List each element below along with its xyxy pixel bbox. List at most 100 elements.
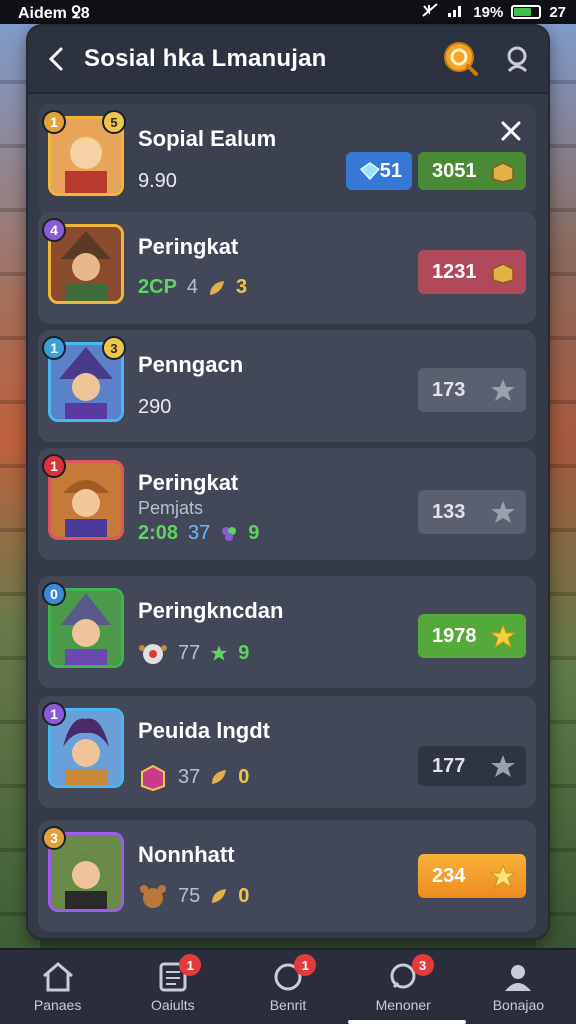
rank-badge: 1 (42, 702, 66, 726)
rank-badge: 0 (42, 582, 66, 606)
star-count: 234 (418, 854, 526, 898)
player-stats: 77 9 (138, 640, 249, 666)
dnd-icon (421, 2, 439, 22)
leaderboard-row-7[interactable]: 3 Nonnhatt 75 0 234 (38, 820, 536, 932)
nav-item-profile[interactable]: Bonajao (461, 950, 576, 1024)
player-name: Peringkat (138, 470, 239, 495)
treasure-box-icon (492, 263, 514, 284)
coin-value: 3051 (432, 159, 477, 182)
coin-count: 3051 (418, 152, 526, 190)
chest-icon (141, 764, 165, 792)
close-button[interactable] (494, 114, 528, 148)
rank-badge: 1 (42, 454, 66, 478)
star-icon (491, 755, 515, 777)
player-name: Peuida lngdt (138, 718, 270, 743)
player-name: Peringkncdan (138, 598, 284, 623)
leaderboard-row-3[interactable]: 1 3 Penngacn 290 173 (38, 330, 536, 442)
player-subtitle: Pemjats (138, 498, 204, 518)
leaderboard-row-4[interactable]: 1 Peringkat Pemjats 2:08 37 9 133 (38, 448, 536, 560)
rank-badge: 3 (42, 826, 66, 850)
stat-b: 37 (188, 522, 211, 544)
stat-b: 77 (178, 641, 201, 664)
nav-label: Benrit (269, 997, 307, 1013)
home-icon (42, 962, 73, 992)
coin-count: 1231 (418, 250, 526, 294)
bottom-navigation: Panaes 1 Oaiults 1 Benrit 3 Menoner Bona… (0, 948, 576, 1024)
star-count: 133 (418, 490, 526, 534)
coin-button[interactable] (432, 26, 490, 93)
coin-icon (444, 42, 478, 76)
pet-icon (139, 644, 167, 664)
close-icon (501, 121, 521, 141)
notification-badge: 1 (179, 954, 202, 976)
stat-c: 9 (238, 641, 250, 664)
star-icon (490, 863, 516, 889)
gem-count: 51 (346, 152, 412, 190)
back-button[interactable] (28, 26, 84, 93)
player-score: 9.90 (138, 170, 177, 192)
leaderboard-panel: Sosial hka Lmanujan 1 5 Sopial Ealum 9.9… (28, 26, 548, 938)
bear-icon (140, 885, 166, 908)
nav-item-circle[interactable]: 1 Benrit (230, 950, 345, 1024)
signal-icon (447, 2, 465, 22)
coin-value: 1231 (432, 260, 477, 283)
nav-label: Oaiults (151, 997, 195, 1013)
stat-b: 75 (178, 884, 201, 907)
nav-item-messages[interactable]: 3 Menoner (346, 950, 461, 1024)
stat-a: 2CP (138, 276, 177, 298)
leaderboard-row-6[interactable]: 1 Peuida lngdt 37 0 177 (38, 696, 536, 808)
stat-c: 0 (238, 765, 250, 788)
notification-badge: 3 (411, 954, 434, 976)
panel-header: Sosial hka Lmanujan (28, 26, 548, 94)
nav-label: Bonajao (492, 997, 545, 1013)
green-star-icon (210, 645, 228, 661)
star-value: 133 (432, 500, 466, 523)
battery-icon (511, 5, 542, 19)
profile-icon (505, 965, 532, 991)
player-stats: 37 0 (138, 762, 249, 792)
gold-leaf-icon (210, 280, 225, 295)
status-bar: Aidem ꝿ8 19% 27 (0, 0, 576, 24)
star-value: 234 (432, 864, 466, 887)
search-icon (507, 46, 528, 73)
star-value: 173 (432, 378, 466, 401)
player-name: Sopial Ealum (138, 126, 277, 151)
battery-level (514, 8, 532, 16)
star-icon (491, 379, 515, 401)
star-value: 177 (432, 754, 466, 777)
clover-icon (222, 526, 237, 541)
home-indicator (348, 1020, 466, 1024)
gem-value: 51 (379, 159, 402, 182)
player-name: Penngacn (138, 352, 244, 377)
gold-leaf-icon (212, 770, 227, 784)
status-time: 27 (549, 3, 566, 21)
nav-item-list[interactable]: 1 Oaiults (115, 950, 230, 1024)
level-badge: 5 (102, 110, 126, 134)
stat-b: 37 (178, 765, 201, 788)
rank-badge: 1 (42, 336, 66, 360)
stat-c: 3 (236, 276, 248, 298)
player-stats: 2CP 4 3 (138, 276, 247, 299)
search-button[interactable] (490, 26, 548, 93)
player-stats: 2:08 37 9 (138, 522, 259, 545)
stat-c: 0 (238, 884, 250, 907)
rank-badge: 4 (42, 218, 66, 242)
gold-leaf-icon (212, 889, 227, 903)
star-count: 177 (418, 746, 526, 786)
notification-badge: 1 (294, 954, 317, 976)
stat-a: 2:08 (138, 522, 179, 544)
leaderboard-row-2[interactable]: 4 Peringkat 2CP 4 3 1231 (38, 212, 536, 324)
player-score: 290 (138, 396, 172, 418)
star-count: 173 (418, 368, 526, 412)
status-left-text: Aidem ꝿ8 (18, 5, 90, 22)
stat-c: 9 (248, 522, 260, 544)
nav-item-home[interactable]: Panaes (0, 950, 115, 1024)
leaderboard-row-5[interactable]: 0 Peringkncdan 77 9 1978 (38, 576, 536, 688)
leaderboard-row-1[interactable]: 1 5 Sopial Ealum 9.90 51 3051 (38, 104, 536, 216)
page-title: Sosial hka Lmanujan (84, 45, 327, 72)
star-count: 1978 (418, 614, 526, 658)
star-value: 1978 (432, 624, 477, 647)
rank-badge: 1 (42, 110, 66, 134)
battery-percent: 19% (473, 3, 504, 21)
status-indicators: 19% 27 (421, 2, 566, 22)
